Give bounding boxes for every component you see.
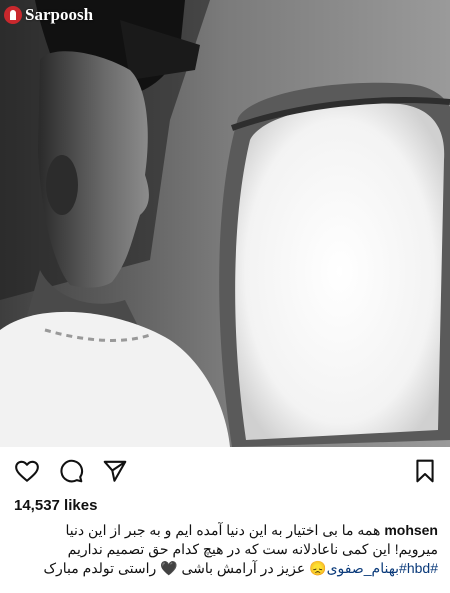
hashtag-behnam-safavi[interactable]: #بهنام_صفوی bbox=[327, 560, 407, 576]
watermark-logo: Sarpoosh bbox=[4, 3, 93, 27]
caption-text-3: عزیز در آرامش باشی bbox=[177, 560, 310, 576]
sad-emoji: 😞 bbox=[309, 560, 327, 576]
caption-text-4: راستی تولدم مبارک bbox=[43, 560, 161, 576]
watermark-icon bbox=[4, 6, 22, 24]
post-caption: mohsen همه ما بی اختیار به این دنیا آمده… bbox=[12, 521, 438, 578]
caption-text-1: همه ما بی اختیار به این دنیا آمده ایم و … bbox=[65, 522, 381, 538]
caption-line-3: #hbd#بهنام_صفوی😞 عزیز در آرامش باشی 🖤 را… bbox=[12, 559, 438, 578]
send-icon[interactable] bbox=[102, 458, 128, 484]
likes-count[interactable]: 14,537 likes bbox=[14, 497, 97, 514]
caption-line-1: mohsen همه ما بی اختیار به این دنیا آمده… bbox=[12, 521, 439, 540]
photo-illustration bbox=[0, 0, 450, 447]
comment-icon[interactable] bbox=[58, 458, 84, 484]
post-photo[interactable]: Sarpoosh bbox=[0, 0, 450, 447]
black-heart-emoji: 🖤 bbox=[160, 560, 178, 576]
hashtag-hbd[interactable]: #hbd bbox=[407, 560, 438, 576]
caption-text-2: میرویم! این کمی ناعادلانه ست که در هیچ ک… bbox=[67, 541, 438, 557]
post-action-bar bbox=[0, 452, 450, 488]
caption-username[interactable]: mohsen bbox=[384, 522, 438, 538]
bookmark-icon[interactable] bbox=[412, 458, 438, 484]
heart-icon[interactable] bbox=[14, 458, 40, 484]
watermark-text: Sarpoosh bbox=[25, 5, 94, 24]
